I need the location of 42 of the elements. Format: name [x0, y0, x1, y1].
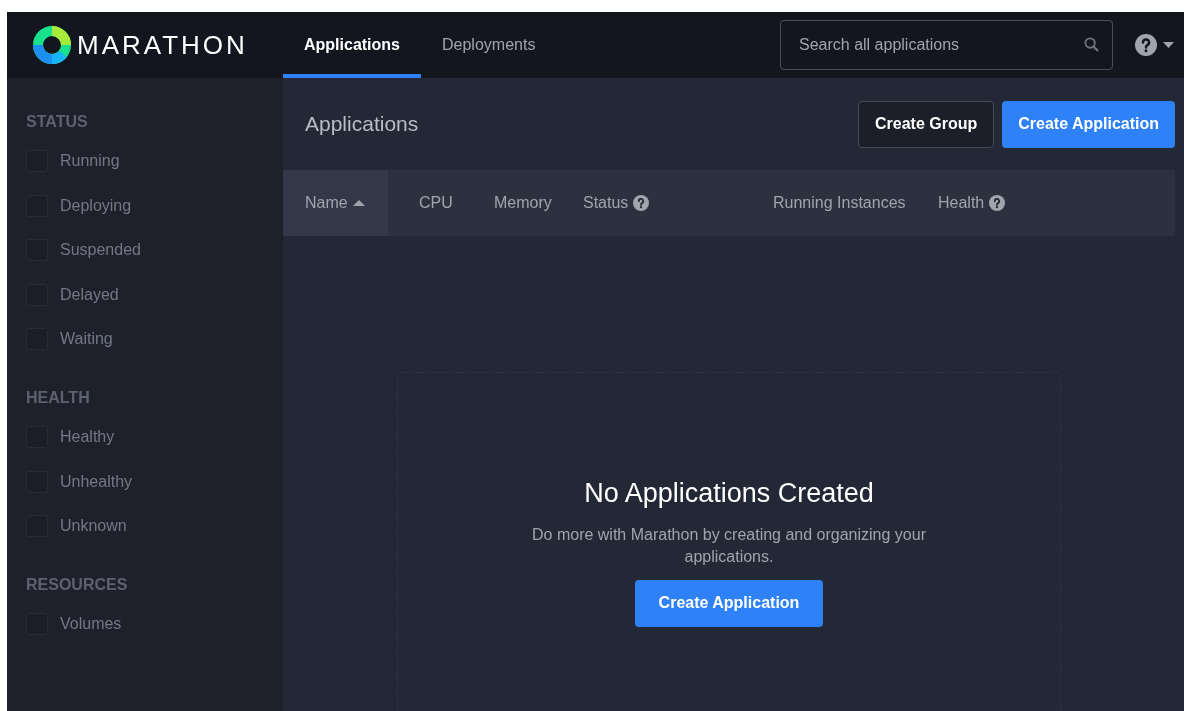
filter-option[interactable]: Waiting — [26, 322, 283, 356]
section-heading: RESOURCES — [26, 575, 129, 595]
caret-icon — [1163, 42, 1174, 48]
column-header[interactable]: Name — [283, 170, 388, 236]
column-label: Status — [583, 193, 629, 213]
column-label: CPU — [419, 193, 453, 213]
filter-option[interactable]: Deploying — [26, 188, 283, 223]
column-header[interactable]: Memory — [489, 170, 578, 236]
filter-option[interactable]: Unknown — [26, 509, 283, 543]
sort-ascending-icon — [352, 200, 365, 206]
column-label: Memory — [494, 193, 552, 213]
brand-name: MARATHON — [77, 28, 248, 62]
logo-icon — [33, 26, 71, 64]
empty-state-message: Do more with Marathon by creating and organizing your applications. — [531, 524, 927, 567]
page-title: Applications — [305, 111, 420, 138]
filter-option[interactable]: Suspended — [26, 233, 283, 267]
column-header[interactable]: CPU — [388, 170, 489, 236]
column-label: Running Instances — [773, 193, 906, 213]
column-header[interactable]: Running Instances — [763, 170, 933, 236]
create-group-button[interactable]: Create Group — [858, 100, 995, 148]
filter-option[interactable]: Volumes — [26, 607, 283, 641]
search-icon — [1084, 37, 1099, 52]
filter-option[interactable]: Running — [26, 144, 283, 178]
empty-state-title: No Applications Created — [584, 477, 874, 510]
section-heading: HEALTH — [26, 388, 91, 408]
column-header[interactable]: Status — [578, 170, 763, 236]
filter-option[interactable]: Unhealthy — [26, 464, 283, 499]
nav-tab[interactable]: Deployments — [421, 12, 557, 78]
column-label: Health — [938, 193, 985, 213]
help-icon — [989, 195, 1006, 211]
create-application-button[interactable]: Create Application — [634, 579, 824, 627]
help-menu-button[interactable] — [1135, 34, 1174, 56]
filter-option[interactable]: Healthy — [26, 420, 283, 454]
section-heading: STATUS — [26, 112, 89, 132]
nav-tab[interactable]: Applications — [283, 12, 421, 78]
column-label: Name — [305, 193, 348, 213]
create-application-button[interactable]: Create Application — [1002, 100, 1175, 148]
search-field[interactable]: Search all applications — [780, 20, 1113, 70]
filter-option[interactable]: Delayed — [26, 277, 283, 312]
help-icon — [633, 195, 650, 211]
help-icon — [1135, 34, 1157, 56]
column-header[interactable]: Health — [933, 170, 1053, 236]
